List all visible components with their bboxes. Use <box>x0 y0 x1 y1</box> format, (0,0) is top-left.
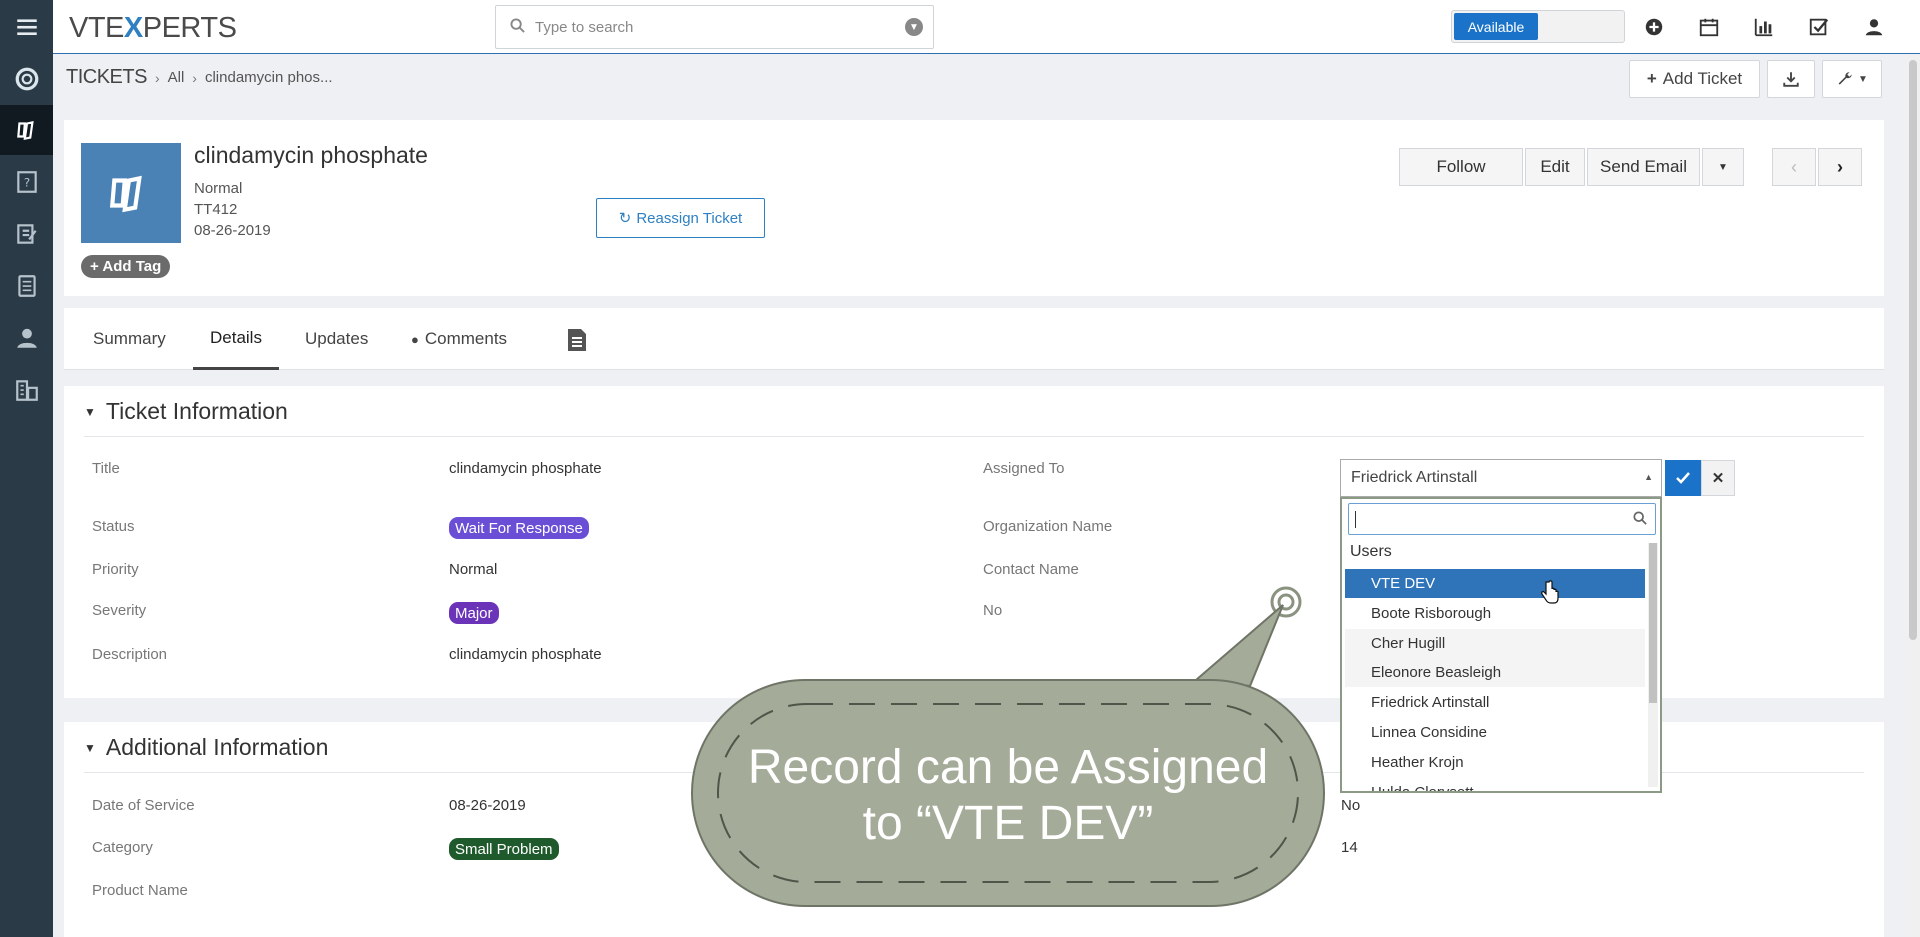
page-scrollbar[interactable] <box>1906 54 1920 937</box>
callout-pointer <box>1193 604 1284 688</box>
page-scrollbar-thumb[interactable] <box>1909 60 1917 640</box>
callout-text: Record can be Assigned to “VTE DEV” <box>747 741 1269 850</box>
